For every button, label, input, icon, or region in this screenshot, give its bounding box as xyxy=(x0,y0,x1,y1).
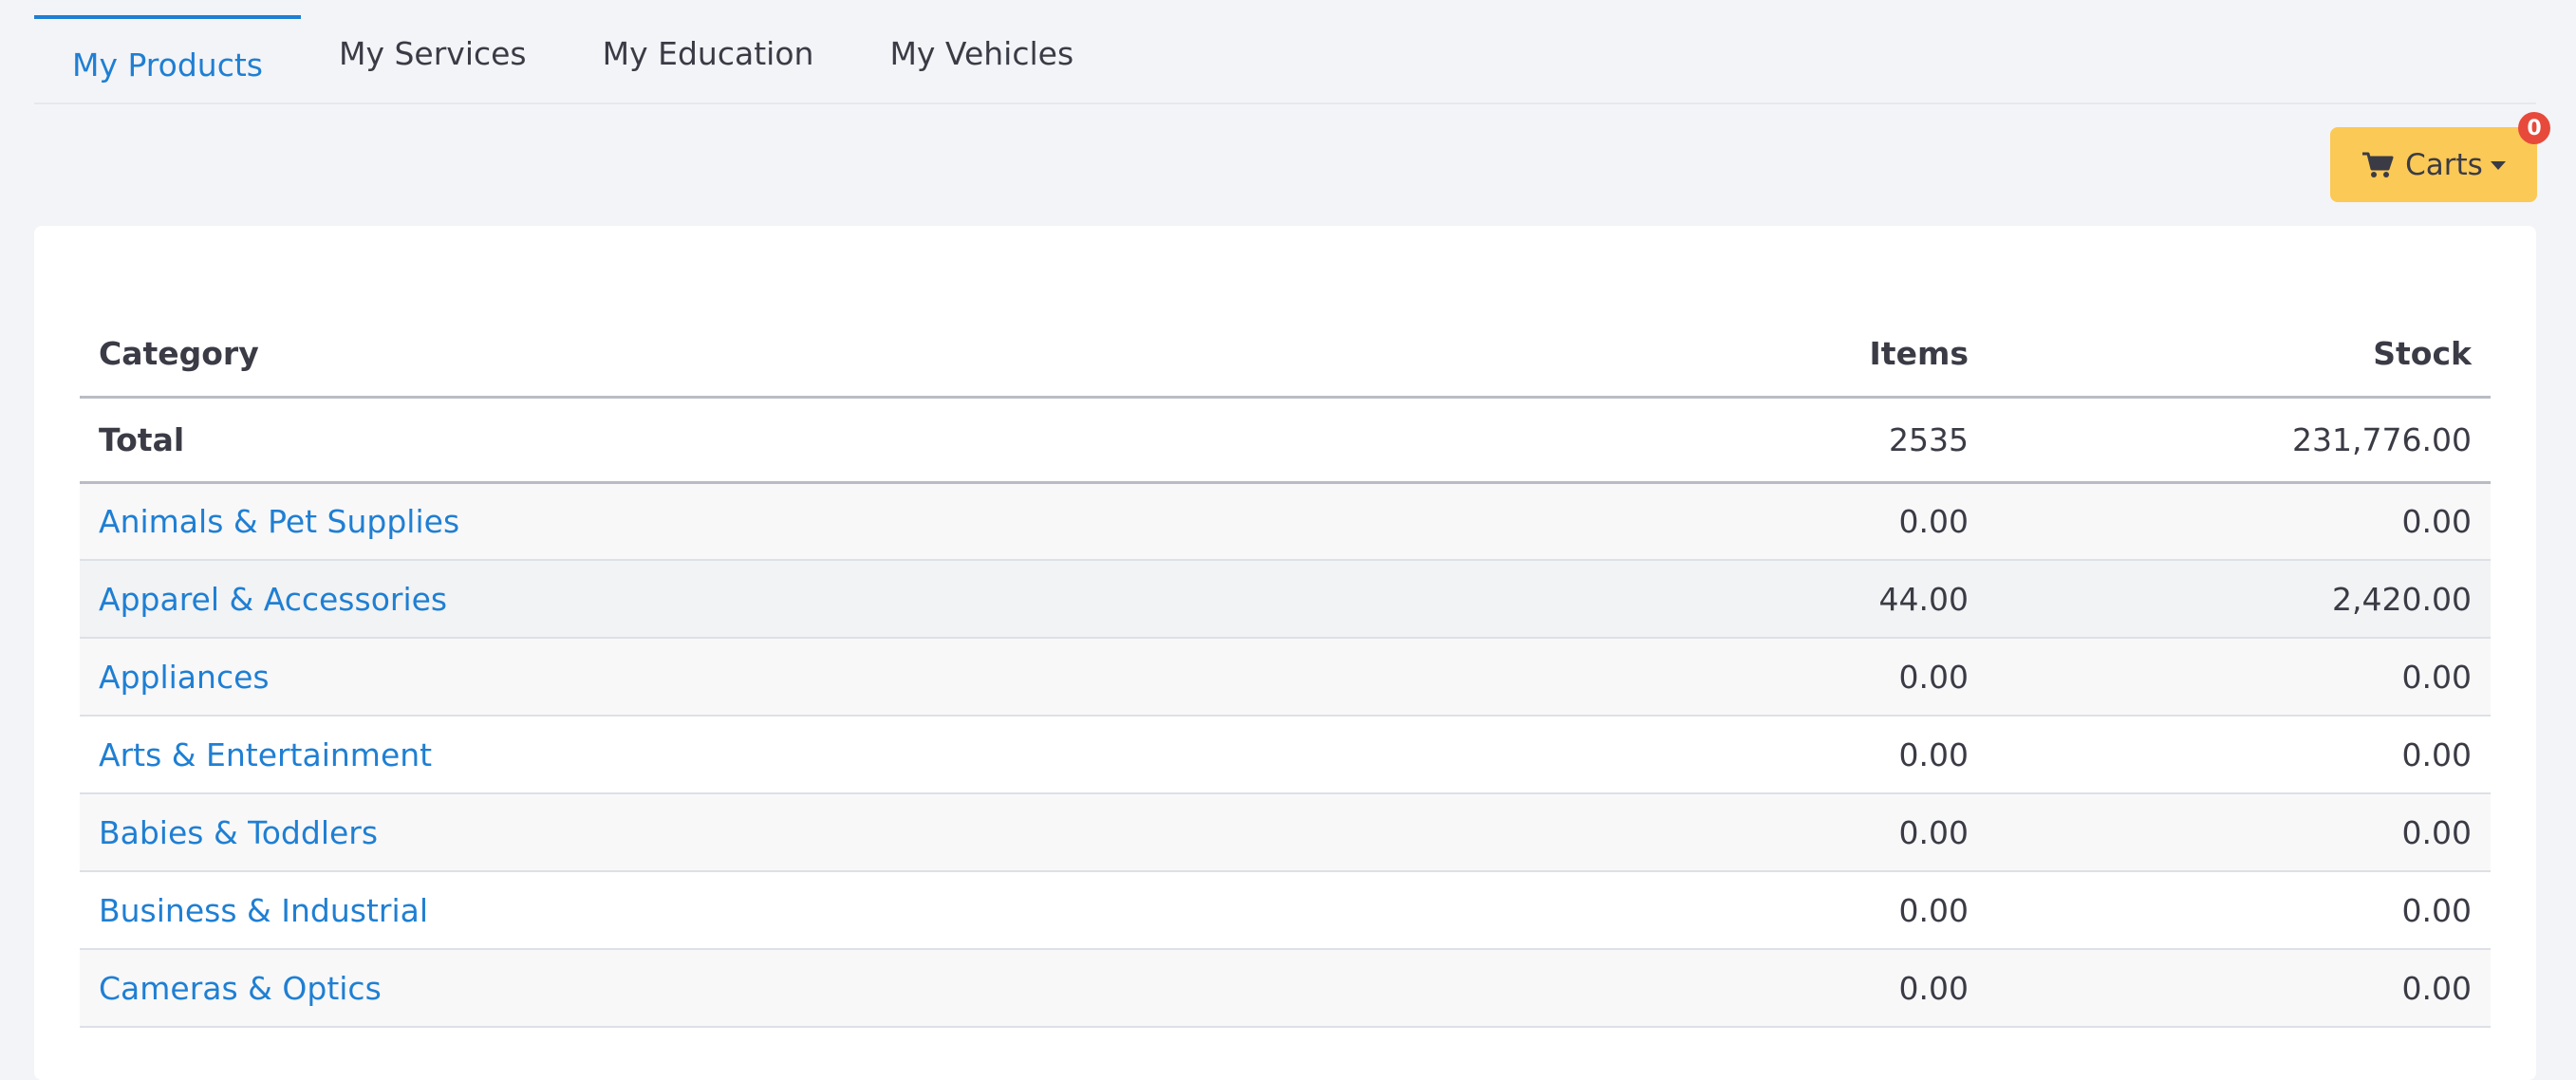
table-row: Appliances 0.00 0.00 xyxy=(80,638,2491,717)
carts-label: Carts xyxy=(2405,147,2483,182)
table-row: Business & Industrial 0.00 0.00 xyxy=(80,871,2491,950)
table-row: Arts & Entertainment 0.00 0.00 xyxy=(80,716,2491,794)
row-stock: 0.00 xyxy=(1988,638,2491,717)
total-label: Total xyxy=(80,397,1589,484)
table-header-row: Category Items Stock xyxy=(80,311,2491,399)
category-link[interactable]: Animals & Pet Supplies xyxy=(99,503,459,540)
products-card: Category Items Stock Total 2535 231,776.… xyxy=(34,226,2536,1080)
cart-count-badge: 0 xyxy=(2518,112,2550,144)
row-items: 0.00 xyxy=(1589,871,1988,950)
row-items: 44.00 xyxy=(1589,560,1988,639)
category-link[interactable]: Apparel & Accessories xyxy=(99,581,447,618)
category-link[interactable]: Business & Industrial xyxy=(99,892,428,929)
table-row: Apparel & Accessories 44.00 2,420.00 xyxy=(80,560,2491,639)
category-table: Category Items Stock Total 2535 231,776.… xyxy=(80,311,2491,1028)
tab-my-education[interactable]: My Education xyxy=(565,9,852,97)
row-items: 0.00 xyxy=(1589,482,1988,561)
carts-dropdown-button[interactable]: Carts xyxy=(2330,127,2537,202)
column-header-category: Category xyxy=(80,311,1589,399)
chevron-down-icon xyxy=(2490,161,2506,170)
row-stock: 0.00 xyxy=(1988,793,2491,872)
shopping-cart-icon xyxy=(2362,152,2394,177)
product-tabs: My Products My Services My Education My … xyxy=(34,0,2536,104)
row-stock: 0.00 xyxy=(1988,716,2491,794)
total-stock: 231,776.00 xyxy=(1988,397,2491,484)
category-link[interactable]: Appliances xyxy=(99,659,270,696)
row-stock: 0.00 xyxy=(1988,482,2491,561)
table-row: Babies & Toddlers 0.00 0.00 xyxy=(80,793,2491,872)
category-link[interactable]: Arts & Entertainment xyxy=(99,736,432,773)
total-row: Total 2535 231,776.00 xyxy=(80,397,2491,484)
tab-my-services[interactable]: My Services xyxy=(301,9,565,97)
category-link[interactable]: Babies & Toddlers xyxy=(99,814,378,851)
tab-my-vehicles[interactable]: My Vehicles xyxy=(851,9,1111,97)
total-items: 2535 xyxy=(1589,397,1988,484)
row-stock: 0.00 xyxy=(1988,871,2491,950)
table-row: Animals & Pet Supplies 0.00 0.00 xyxy=(80,482,2491,561)
row-stock: 2,420.00 xyxy=(1988,560,2491,639)
row-items: 0.00 xyxy=(1589,638,1988,717)
column-header-stock: Stock xyxy=(1988,311,2491,399)
row-stock: 0.00 xyxy=(1988,949,2491,1028)
row-items: 0.00 xyxy=(1589,716,1988,794)
column-header-items: Items xyxy=(1589,311,1988,399)
row-items: 0.00 xyxy=(1589,949,1988,1028)
row-items: 0.00 xyxy=(1589,793,1988,872)
table-row: Cameras & Optics 0.00 0.00 xyxy=(80,949,2491,1028)
category-link[interactable]: Cameras & Optics xyxy=(99,970,382,1007)
tab-my-products[interactable]: My Products xyxy=(34,15,301,101)
